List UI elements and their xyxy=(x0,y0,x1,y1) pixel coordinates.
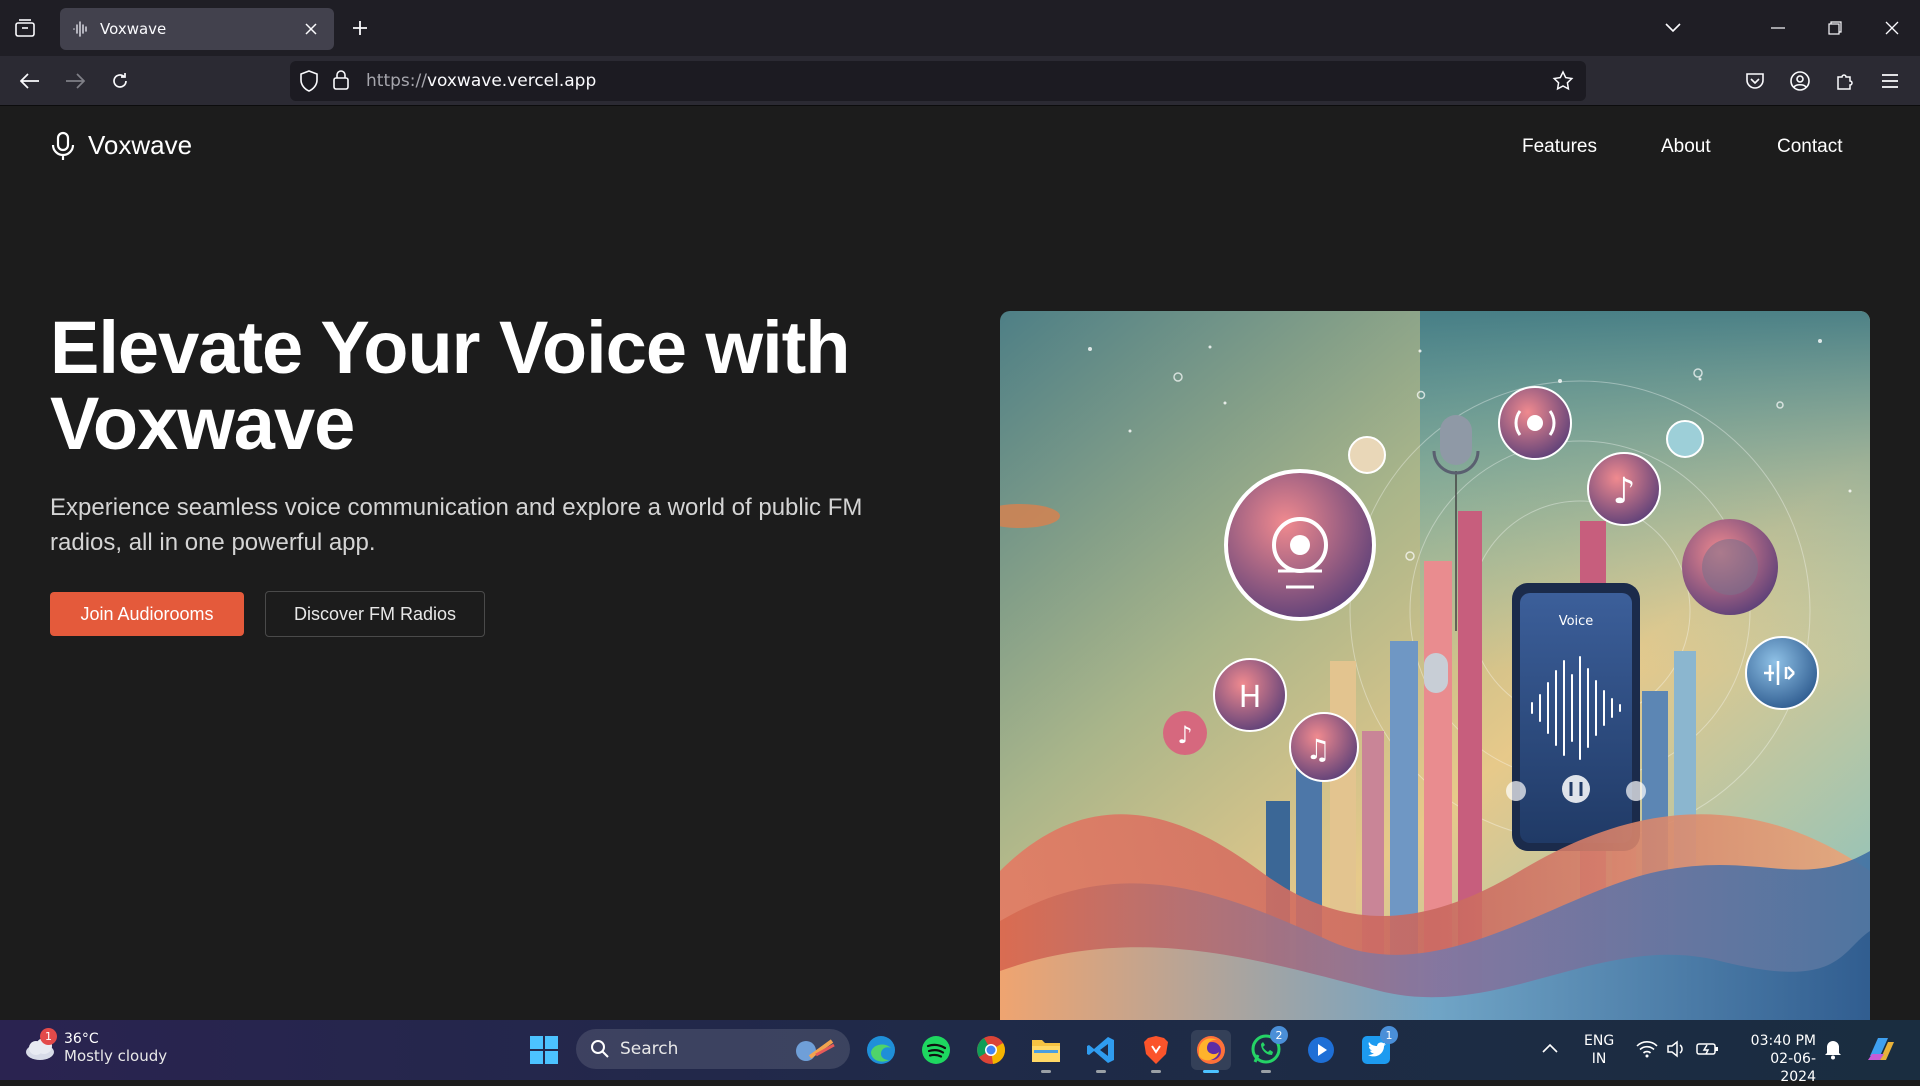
input-language-indicator[interactable]: ENG IN xyxy=(1584,1032,1614,1068)
nav-about-link[interactable]: About xyxy=(1661,136,1711,158)
browser-tab-voxwave[interactable]: Voxwave xyxy=(60,8,334,50)
battery-charging-icon[interactable] xyxy=(1696,1040,1720,1062)
back-arrow-icon[interactable] xyxy=(13,64,47,98)
waveform-favicon-icon xyxy=(72,19,92,39)
svg-text:♪: ♪ xyxy=(1177,721,1192,749)
running-indicator xyxy=(1096,1070,1106,1073)
system-clock[interactable]: 03:40 PM 02-06-2024 xyxy=(1736,1032,1816,1086)
search-icon xyxy=(591,1040,609,1058)
lock-icon[interactable] xyxy=(332,69,350,95)
active-indicator xyxy=(1203,1070,1219,1073)
windows-start-icon[interactable] xyxy=(524,1030,564,1070)
extensions-puzzle-icon[interactable] xyxy=(1828,64,1862,98)
svg-text:H: H xyxy=(1239,680,1262,715)
clock-date: 02-06-2024 xyxy=(1770,1051,1816,1085)
svg-text:♫: ♫ xyxy=(1305,733,1330,766)
hamburger-menu-icon[interactable] xyxy=(1873,64,1907,98)
weather-alert-badge: 1 xyxy=(40,1028,57,1045)
brave-icon[interactable] xyxy=(1136,1030,1176,1073)
twitter-unread-badge: 1 xyxy=(1380,1026,1398,1044)
file-explorer-icon[interactable] xyxy=(1026,1030,1066,1073)
taskbar-search-box[interactable]: Search xyxy=(576,1029,850,1069)
url-text[interactable]: https://voxwave.vercel.app xyxy=(366,71,596,91)
tracking-shield-icon[interactable] xyxy=(298,69,320,97)
running-indicator xyxy=(1041,1070,1051,1073)
twitter-icon[interactable]: 1 xyxy=(1356,1026,1398,1070)
bookmark-star-icon[interactable] xyxy=(1552,70,1574,96)
cloud-weather-icon: 1 xyxy=(22,1028,58,1066)
windows-taskbar: 1 36°C Mostly cloudy Search 2 1 ENG IN 0… xyxy=(0,1020,1920,1085)
copilot-icon[interactable] xyxy=(1864,1032,1898,1070)
browser-toolbar: https://voxwave.vercel.app xyxy=(0,56,1920,106)
chrome-icon[interactable] xyxy=(971,1030,1011,1070)
temperature-text: 36°C xyxy=(64,1031,99,1047)
tab-title: Voxwave xyxy=(100,20,167,38)
restore-icon[interactable] xyxy=(1820,13,1850,43)
hero-subtitle: Experience seamless voice communication … xyxy=(50,494,863,556)
spotify-icon[interactable] xyxy=(916,1030,956,1070)
web-page: Voxwave Features About Contact Elevate Y… xyxy=(0,106,1920,1020)
weather-widget[interactable]: 1 36°C Mostly cloudy xyxy=(22,1028,168,1066)
media-player-icon[interactable] xyxy=(1301,1030,1341,1070)
weather-condition-text: Mostly cloudy xyxy=(64,1047,168,1065)
hero-title: Elevate Your Voice with Voxwave xyxy=(50,306,850,465)
hero-illustration: Voice ♪ H ♫ ♪ xyxy=(1000,311,1870,1020)
minimize-icon[interactable] xyxy=(1763,13,1793,43)
firefox-icon[interactable] xyxy=(1191,1030,1231,1073)
new-tab-icon[interactable] xyxy=(345,13,375,43)
browser-tab-bar: Voxwave xyxy=(0,0,1920,56)
vscode-icon[interactable] xyxy=(1081,1030,1121,1073)
pocket-icon[interactable] xyxy=(1738,64,1772,98)
wifi-icon[interactable] xyxy=(1636,1040,1658,1062)
tab-list-icon[interactable] xyxy=(10,13,40,43)
search-label: Search xyxy=(620,1039,679,1059)
forward-arrow-icon[interactable] xyxy=(58,64,92,98)
whatsapp-unread-badge: 2 xyxy=(1270,1026,1288,1044)
tab-overflow-chevron-icon[interactable] xyxy=(1658,13,1688,43)
reload-icon[interactable] xyxy=(103,64,137,98)
edge-icon[interactable] xyxy=(861,1030,901,1070)
address-bar[interactable]: https://voxwave.vercel.app xyxy=(290,61,1586,101)
clock-time: 03:40 PM xyxy=(1750,1033,1816,1049)
discover-fm-radios-button[interactable]: Discover FM Radios xyxy=(265,591,485,637)
svg-text:♪: ♪ xyxy=(1613,471,1636,512)
join-audiorooms-button[interactable]: Join Audiorooms xyxy=(50,592,244,636)
search-highlight-icon xyxy=(792,1035,838,1068)
whatsapp-icon[interactable]: 2 xyxy=(1246,1026,1288,1073)
show-hidden-icons-chevron-icon[interactable] xyxy=(1542,1038,1558,1057)
volume-icon[interactable] xyxy=(1666,1040,1686,1062)
close-tab-icon[interactable] xyxy=(300,18,322,40)
notification-bell-icon[interactable] xyxy=(1824,1038,1842,1064)
close-window-icon[interactable] xyxy=(1877,13,1907,43)
nav-contact-link[interactable]: Contact xyxy=(1777,136,1842,158)
running-indicator xyxy=(1261,1070,1271,1073)
brand-name: Voxwave xyxy=(88,130,193,160)
nav-features-link[interactable]: Features xyxy=(1522,136,1597,158)
microphone-icon xyxy=(51,131,75,160)
running-indicator xyxy=(1151,1070,1161,1073)
phone-screen-label: Voice xyxy=(1559,614,1594,629)
account-icon[interactable] xyxy=(1783,64,1817,98)
site-logo[interactable]: Voxwave xyxy=(50,130,192,161)
